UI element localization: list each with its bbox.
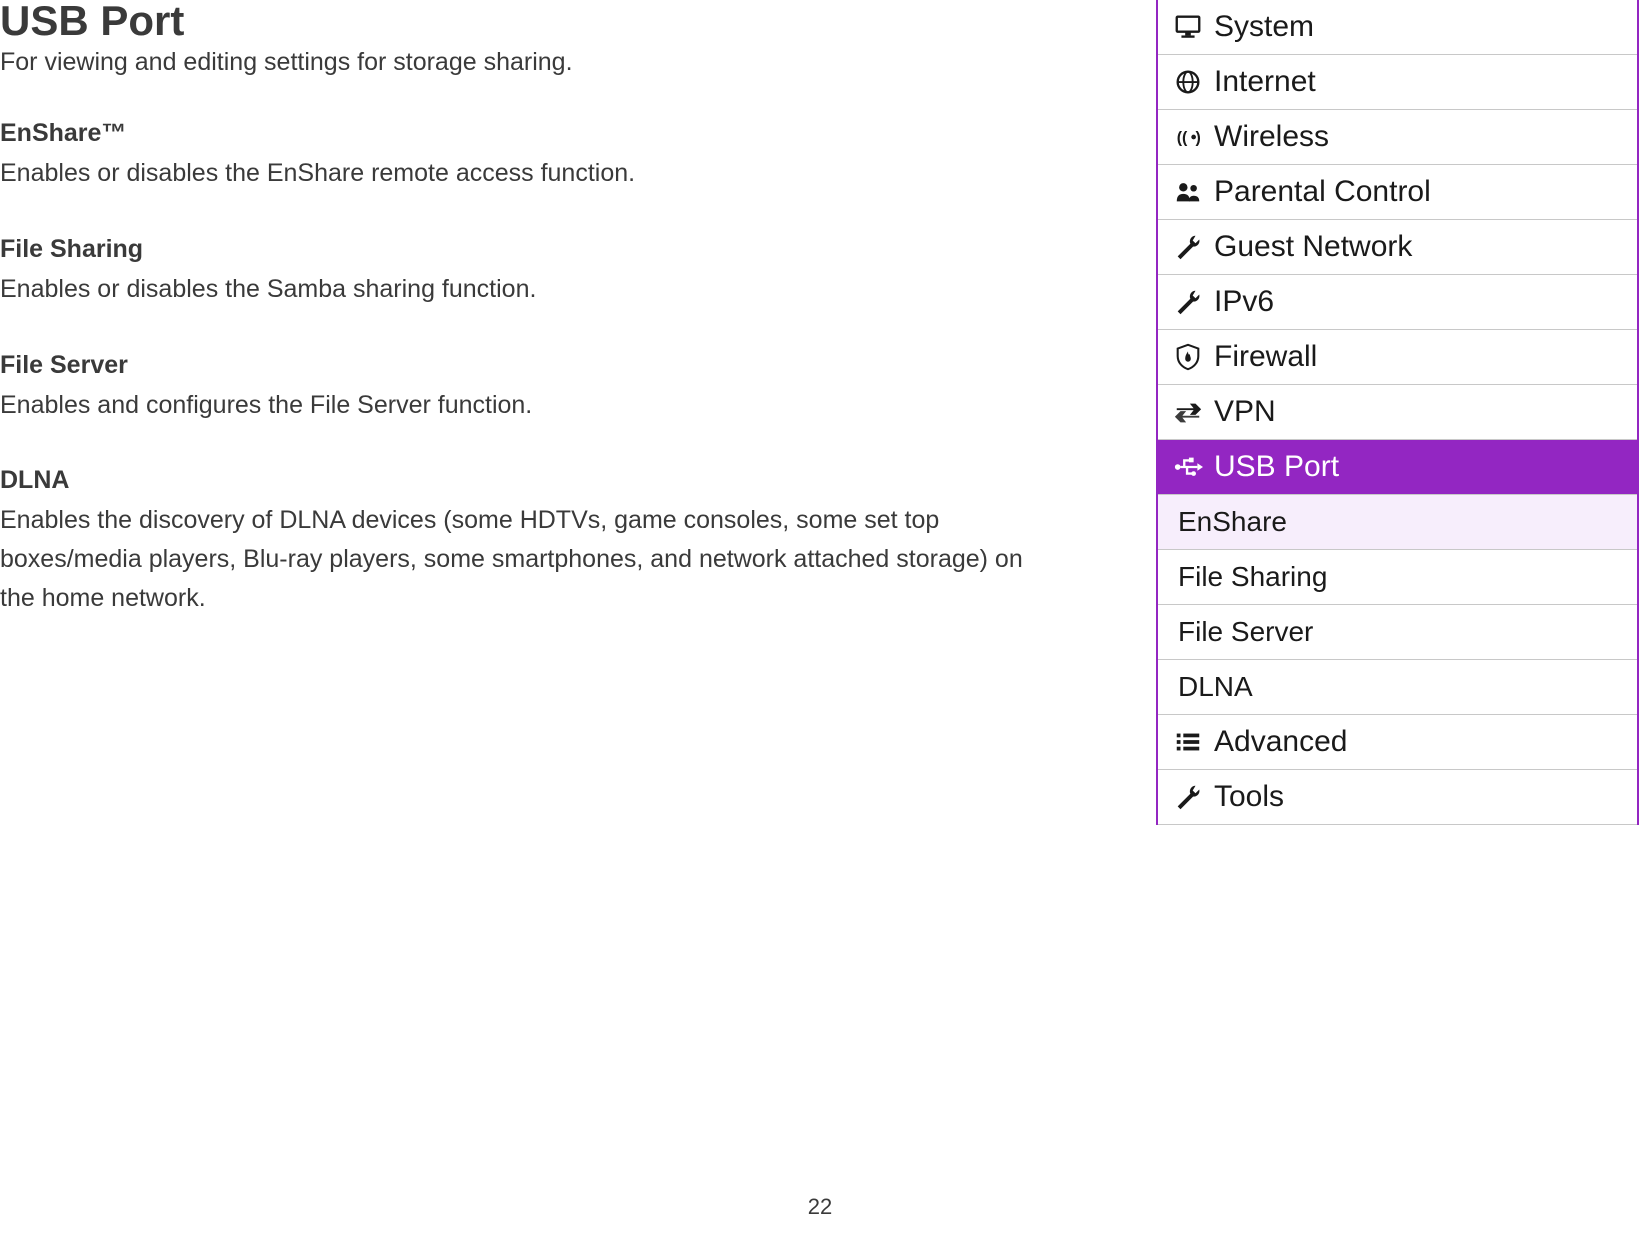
section-body-file-sharing: Enables or disables the Samba sharing fu… — [0, 270, 1030, 309]
nav-item-ipv6[interactable]: IPv6 — [1158, 275, 1637, 330]
page-title: USB Port — [0, 0, 1030, 42]
shield-fire-icon — [1166, 337, 1210, 377]
svg-text:((: (( — [1177, 130, 1188, 147]
nav-label: IPv6 — [1210, 285, 1274, 319]
nav-item-system[interactable]: System — [1158, 0, 1637, 55]
wrench-icon — [1166, 777, 1210, 817]
nav-label: VPN — [1210, 395, 1276, 429]
sidebar-nav: SystemInternet(()WirelessParental Contro… — [1156, 0, 1639, 825]
section-title-file-server: File Server — [0, 351, 1030, 380]
section-title-file-sharing: File Sharing — [0, 235, 1030, 264]
sub-label: EnShare — [1178, 506, 1287, 538]
section-body-enshare: Enables or disables the EnShare remote a… — [0, 154, 1030, 193]
sub-label: File Sharing — [1178, 561, 1327, 593]
sub-item-file-sharing[interactable]: File Sharing — [1158, 550, 1637, 605]
nav-item-vpn[interactable]: VPN — [1158, 385, 1637, 440]
nav-item-guest-network[interactable]: Guest Network — [1158, 220, 1637, 275]
list-icon — [1166, 722, 1210, 762]
nav-item-tools[interactable]: Tools — [1158, 770, 1637, 825]
nav-item-advanced[interactable]: Advanced — [1158, 715, 1637, 770]
svg-text:): ) — [1196, 130, 1201, 147]
nav-label: Firewall — [1210, 340, 1317, 374]
nav-item-internet[interactable]: Internet — [1158, 55, 1637, 110]
section-body-file-server: Enables and configures the File Server f… — [0, 386, 1030, 425]
nav-label: Guest Network — [1210, 230, 1412, 264]
wifi-icon: (() — [1166, 117, 1210, 157]
section-title-dlna: DLNA — [0, 466, 1030, 495]
nav-item-wireless[interactable]: (()Wireless — [1158, 110, 1637, 165]
globe-icon — [1166, 62, 1210, 102]
sub-label: File Server — [1178, 616, 1313, 648]
section-title-enshare: EnShare™ — [0, 119, 1030, 148]
nav-label: Wireless — [1210, 120, 1329, 154]
sub-label: DLNA — [1178, 671, 1253, 703]
page-intro: For viewing and editing settings for sto… — [0, 48, 1030, 77]
nav-label: Internet — [1210, 65, 1316, 99]
nav-label: Parental Control — [1210, 175, 1431, 209]
sub-item-enshare[interactable]: EnShare — [1158, 495, 1637, 550]
nav-item-parental-control[interactable]: Parental Control — [1158, 165, 1637, 220]
nav-label: Advanced — [1210, 725, 1347, 759]
monitor-icon — [1166, 7, 1210, 47]
nav-item-usb-port[interactable]: USB Port — [1158, 440, 1637, 495]
usb-icon — [1166, 447, 1210, 487]
sub-item-file-server[interactable]: File Server — [1158, 605, 1637, 660]
people-icon — [1166, 172, 1210, 212]
exchange-icon — [1166, 392, 1210, 432]
nav-label: USB Port — [1210, 450, 1339, 484]
sub-item-dlna[interactable]: DLNA — [1158, 660, 1637, 715]
nav-label: Tools — [1210, 780, 1284, 814]
page-number: 22 — [808, 1194, 832, 1220]
nav-label: System — [1210, 10, 1314, 44]
section-body-dlna: Enables the discovery of DLNA devices (s… — [0, 501, 1030, 617]
wrench-icon — [1166, 282, 1210, 322]
nav-item-firewall[interactable]: Firewall — [1158, 330, 1637, 385]
wrench-icon — [1166, 227, 1210, 267]
